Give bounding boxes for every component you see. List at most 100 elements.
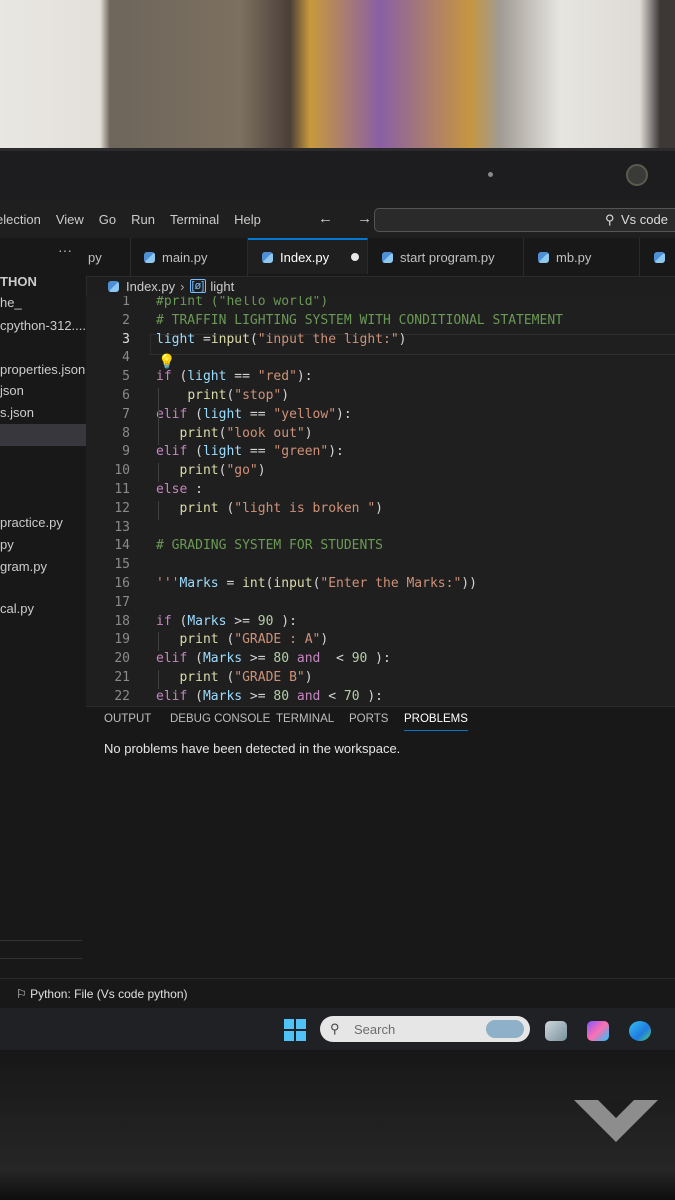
explorer-item[interactable]: cal.py [0, 601, 34, 616]
code-text: # GRADING SYSTEM FOR STUDENTS [156, 538, 383, 553]
laptop-top-bezel [0, 148, 675, 203]
code-line[interactable]: 7 elif (light == "yellow"): [86, 407, 675, 426]
line-number: 3 [122, 332, 130, 347]
unsaved-dot-icon[interactable] [351, 253, 360, 261]
menu-help[interactable]: Help [234, 212, 261, 227]
python-file-icon [538, 251, 549, 263]
nav-arrows[interactable]: ← → [318, 210, 382, 227]
panel-tab-output[interactable]: OUTPUT [104, 713, 151, 730]
explorer-item[interactable]: py [0, 537, 14, 552]
code-line[interactable]: 20 elif (Marks >= 80 and < 90 ): [86, 651, 675, 670]
panel-tab-terminal[interactable]: TERMINAL [276, 713, 334, 730]
code-line[interactable]: 16 '''Marks = int(input("Enter the Marks:… [86, 576, 675, 595]
explorer-item[interactable]: s.json [0, 405, 34, 420]
more-actions-icon[interactable]: ··· [58, 242, 72, 258]
webcam [626, 164, 648, 186]
edge-browser-icon[interactable] [629, 1021, 651, 1041]
python-interpreter-status[interactable]: ⚐ Python: File (Vs code python) [16, 987, 188, 1001]
code-editor[interactable]: 1 #print ("hello world") 2 # TRAFFIN LIGHTI… [86, 296, 675, 706]
interpreter-label: Python: File (Vs code python) [30, 987, 188, 1001]
tab-label: main.py [162, 249, 208, 265]
task-view-icon[interactable] [545, 1021, 567, 1041]
indent-guide [158, 670, 159, 689]
python-icon: ⚐ [16, 987, 31, 1001]
menu-terminal[interactable]: Terminal [170, 212, 219, 227]
explorer-item[interactable]: json [0, 383, 24, 398]
chevron-right-icon: › [180, 278, 185, 294]
camera-indicator [488, 172, 493, 177]
panel-tab-debug-console[interactable]: DEBUG CONSOLE [170, 713, 270, 730]
tab-overflow[interactable] [640, 238, 675, 276]
explorer-item[interactable]: cpython-312.... [0, 318, 86, 333]
code-line[interactable]: 10 print("go") [86, 463, 675, 482]
menu-go[interactable]: Go [99, 212, 116, 227]
status-bar: ⚐ Python: File (Vs code python) [0, 978, 675, 1009]
explorer-folder-title[interactable]: THON [0, 274, 37, 289]
command-center-label: Vs code [621, 212, 668, 227]
line-number: 1 [122, 296, 130, 309]
code-line[interactable]: 13 [86, 520, 675, 539]
explorer-item[interactable]: practice.py [0, 515, 63, 530]
command-center-search[interactable]: ⚲ Vs code [374, 208, 675, 232]
problems-message: No problems have been detected in the wo… [104, 741, 401, 756]
menu-run[interactable]: Run [131, 212, 155, 227]
line-number: 21 [114, 670, 130, 685]
code-line[interactable]: 17 [86, 595, 675, 614]
line-number: 4 [122, 350, 130, 365]
python-file-icon [262, 251, 273, 263]
line-number: 19 [114, 632, 130, 647]
explorer-item[interactable]: properties.json [0, 362, 85, 377]
code-text: '''Marks = int(input("Enter the Marks:")… [156, 576, 477, 591]
search-placeholder: Search [354, 1022, 396, 1037]
search-icon: ⚲ [330, 1021, 340, 1036]
breadcrumb-file[interactable]: Index.py [126, 279, 175, 294]
line-number: 14 [114, 538, 130, 553]
code-line[interactable]: 3 light =input("input the light:") [86, 332, 675, 351]
panel-tab-problems[interactable]: PROBLEMS [404, 713, 468, 731]
indent-guide [158, 463, 159, 482]
code-line[interactable]: 9 elif (light == "green"): [86, 444, 675, 463]
code-line[interactable]: 11 else : [86, 482, 675, 501]
tab-main-py[interactable]: main.py [130, 238, 248, 276]
code-text: if (Marks >= 90 ): [156, 614, 297, 629]
tab-mb-py[interactable]: mb.py [524, 238, 640, 276]
copilot-icon[interactable] [587, 1021, 609, 1041]
code-line[interactable]: 18 if (Marks >= 90 ): [86, 614, 675, 633]
code-text: elif (Marks >= 80 and < 70 ): [156, 689, 384, 704]
code-line[interactable]: 19 print ("GRADE : A") [86, 632, 675, 651]
code-line[interactable]: 5 if (light == "red"): [86, 369, 675, 388]
tab-py[interactable]: py [86, 238, 131, 276]
explorer-sidebar: ··· THON he_ cpython-312.... properties.… [0, 238, 87, 978]
line-number: 5 [122, 369, 130, 384]
code-line[interactable]: 14 # GRADING SYSTEM FOR STUDENTS [86, 538, 675, 557]
indent-guide [158, 426, 159, 445]
code-line[interactable]: 8 print("look out") [86, 426, 675, 445]
explorer-item[interactable]: he_ [0, 295, 22, 310]
indent-guide [158, 388, 159, 426]
code-line[interactable]: 22 elif (Marks >= 80 and < 70 ): [86, 689, 675, 706]
code-text: if (light == "red"): [156, 369, 313, 384]
code-line[interactable]: 15 [86, 557, 675, 576]
line-number: 13 [114, 520, 130, 535]
menu-selection[interactable]: election [0, 212, 41, 227]
tab-index-py[interactable]: Index.py [248, 238, 368, 274]
tab-label: mb.py [556, 249, 592, 265]
sidebar-divider [0, 958, 82, 959]
code-text: # TRAFFIN LIGHTING SYSTEM WITH CONDITION… [156, 313, 563, 328]
breadcrumb-symbol[interactable]: light [210, 279, 234, 294]
code-text: elif (light == "yellow"): [156, 407, 352, 422]
code-line[interactable]: 2 # TRAFFIN LIGHTING SYSTEM WITH CONDITIO… [86, 313, 675, 332]
search-icon: ⚲ [605, 212, 615, 227]
windows-start-icon[interactable] [284, 1019, 306, 1041]
code-line[interactable]: 12 print ("light is broken ") [86, 501, 675, 520]
lightbulb-icon[interactable]: 💡 [158, 354, 175, 370]
explorer-item[interactable]: gram.py [0, 559, 47, 574]
code-line[interactable]: 6 print("stop") [86, 388, 675, 407]
code-line[interactable]: 1 #print ("hello world") [86, 296, 675, 313]
code-line[interactable]: 21 print ("GRADE B") [86, 670, 675, 689]
taskbar-search[interactable]: ⚲ Search [320, 1016, 530, 1042]
menu-view[interactable]: View [56, 212, 84, 227]
panel-tab-ports[interactable]: PORTS [349, 713, 388, 730]
tab-label: Index.py [280, 249, 330, 265]
tab-start-program-py[interactable]: start program.py [368, 238, 524, 276]
